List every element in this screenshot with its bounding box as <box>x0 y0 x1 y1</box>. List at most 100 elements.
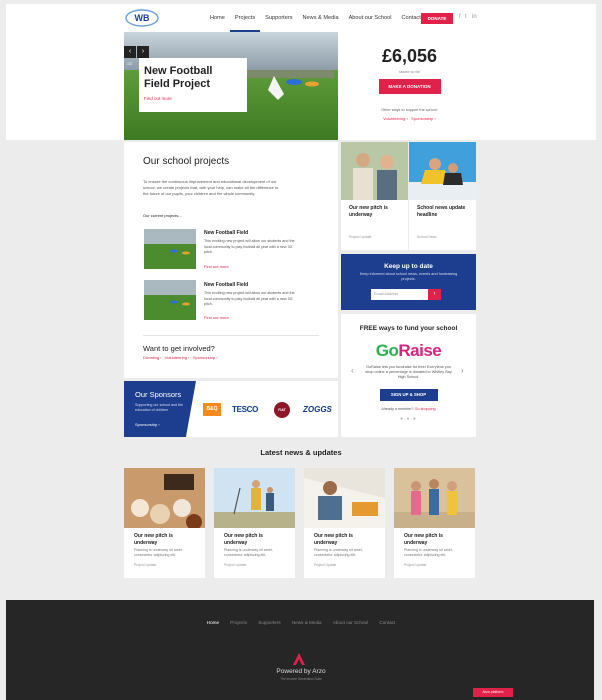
volunteering-arrow-icon: › <box>406 116 408 121</box>
hero-card: New Football Field Project Find out more <box>139 58 247 112</box>
goraise-next-icon[interactable]: › <box>461 366 464 375</box>
amount-raised: £6,056 <box>381 46 438 66</box>
linkedin-icon[interactable]: in <box>472 14 477 20</box>
latest-news-image <box>214 468 295 528</box>
footer-nav-supporters[interactable]: Supporters <box>258 620 280 625</box>
carousel-dots[interactable]: ● ● ● <box>341 416 476 422</box>
footer-nav-contact[interactable]: Contact <box>379 620 395 625</box>
sponsorship-arrow-icon: › <box>434 116 436 121</box>
footer-nav: Home Projects Supporters News & Media Ab… <box>0 620 602 625</box>
footer-tagline: The Income Generation Suite <box>280 677 322 681</box>
latest-news-meta: Project Update <box>134 563 157 568</box>
hero-title-line1: New Football <box>144 65 213 77</box>
powered-by-text: Powered by Arzo <box>276 668 326 675</box>
footer-nav-about-school[interactable]: About our School <box>333 620 368 625</box>
news-card-title: Our new pitch is underway <box>349 205 388 218</box>
goraise-member-text: Already a member? Go shopping <box>381 407 436 411</box>
nav-supporters[interactable]: Supporters <box>260 4 297 32</box>
footer-nav-news-media[interactable]: News & Media <box>292 620 322 625</box>
hero-find-out-more-link[interactable]: Find out more <box>144 96 242 101</box>
nav-projects[interactable]: Projects <box>229 4 261 32</box>
donate-button[interactable]: DONATE <box>421 13 453 24</box>
news-card-meta: Project Update <box>349 235 372 239</box>
sign-up-shop-button[interactable]: SIGN UP & SHOP <box>379 389 438 401</box>
latest-news-meta: Project Update <box>314 563 337 568</box>
newsletter-desc: Keep informed about school news, events … <box>359 272 458 281</box>
project-thumbnail[interactable] <box>144 229 196 269</box>
project-item-title[interactable]: New Football Field <box>204 282 248 288</box>
twitter-icon[interactable]: t <box>465 14 467 20</box>
hero-prev-button[interactable]: ‹ <box>124 46 136 58</box>
projects-intro: To ensure the continuous improvement and… <box>143 179 279 196</box>
latest-news-title: Latest news & updates <box>260 448 342 457</box>
volunteering-link[interactable]: Volunteering <box>383 116 405 121</box>
other-ways-label: Other ways to support the school: <box>381 108 438 112</box>
latest-news-desc: Planning is underway sit amet, consectet… <box>224 548 273 557</box>
donating-link[interactable]: Donating <box>143 355 159 360</box>
footer-nav-home[interactable]: Home <box>207 620 219 625</box>
projects-title: Our school projects <box>143 156 230 167</box>
make-donation-button[interactable]: MAKE A DONATION <box>378 79 441 94</box>
goraise-prev-icon[interactable]: ‹ <box>351 366 354 375</box>
news-card-title: School news update headline <box>417 205 466 218</box>
fiat-logo[interactable]: FIAT <box>274 402 290 418</box>
latest-news-title: Our new pitch is underway <box>224 533 263 546</box>
latest-news-card[interactable]: Our new pitch is underway Planning is un… <box>394 468 475 578</box>
sponsors-title: Our Sponsors <box>135 390 182 399</box>
nav-news-media[interactable]: News & Media <box>298 4 344 32</box>
main-nav: Home Projects Supporters News & Media Ab… <box>205 4 426 32</box>
sponsorship-link[interactable]: Sponsorship <box>411 116 433 121</box>
project-find-out-more-link[interactable]: Find out more <box>204 315 229 320</box>
sponsors-desc: Supporting our school and the education … <box>135 403 183 412</box>
news-card[interactable]: Our new pitch is underway Project Update <box>341 142 408 250</box>
go-shopping-link[interactable]: Go shopping <box>415 407 436 411</box>
latest-news-image <box>394 468 475 528</box>
latest-news-image <box>304 468 385 528</box>
sponsorship-arrow-icon: › <box>158 422 160 427</box>
newsletter-submit-button[interactable]: › <box>428 289 441 300</box>
project-item-desc: This exciting new project will allow our… <box>204 239 295 254</box>
get-involved-title: Want to get involved? <box>143 344 215 353</box>
news-card-image <box>341 142 408 200</box>
bq-logo[interactable]: B&Q <box>203 403 221 416</box>
footer-nav-projects[interactable]: Projects <box>230 620 247 625</box>
tesco-logo[interactable]: TESCO <box>232 403 258 416</box>
facebook-icon[interactable]: f <box>459 14 461 20</box>
volunteering-link[interactable]: Volunteering <box>165 355 187 360</box>
project-find-out-more-link[interactable]: Find out more <box>204 264 229 269</box>
school-logo[interactable]: WB <box>124 7 160 29</box>
fundraising-stats: £6,056 raised so far MAKE A DONATION Oth… <box>341 32 478 140</box>
nav-about-school[interactable]: About our School <box>344 4 397 32</box>
newsletter-title: Keep up to date <box>384 263 433 270</box>
latest-news-card[interactable]: Our new pitch is underway Planning is un… <box>214 468 295 578</box>
goraise-title: FREE ways to fund your school <box>359 325 458 332</box>
nav-home[interactable]: Home <box>205 4 230 32</box>
raised-label: raised so far <box>399 70 420 74</box>
news-card[interactable]: School news update headline School News <box>409 142 476 250</box>
goraise-desc: GoRaise lets you fundraise for free! Eve… <box>365 365 452 379</box>
project-item-desc: This exciting new project will allow our… <box>204 291 295 306</box>
divider <box>143 335 319 336</box>
site-footer <box>6 600 594 700</box>
project-thumbnail[interactable] <box>144 280 196 320</box>
hero-next-button[interactable]: › <box>137 46 149 58</box>
latest-news-title: Our new pitch is underway <box>134 533 173 546</box>
arzo-platform-button[interactable]: Arzo platform <box>473 688 513 697</box>
project-item-title[interactable]: New Football Field <box>204 230 248 236</box>
sponsorship-link[interactable]: Sponsorship <box>193 355 215 360</box>
latest-news-title: Our new pitch is underway <box>314 533 353 546</box>
get-involved-links: Donating › Volunteering › Sponsorship › <box>143 355 218 360</box>
sponsorship-link[interactable]: Sponsorship › <box>135 422 160 427</box>
latest-news-card[interactable]: Our new pitch is underway Planning is un… <box>124 468 205 578</box>
hero-title-line2: Field Project <box>144 78 211 90</box>
latest-news-meta: Project Update <box>404 563 427 568</box>
zoggs-logo[interactable]: ZOGGS <box>303 403 332 416</box>
slide-counter: 1/3 <box>127 62 132 66</box>
latest-news-card[interactable]: Our new pitch is underway Planning is un… <box>304 468 385 578</box>
latest-news-desc: Planning is underway sit amet, consectet… <box>404 548 453 557</box>
latest-news-title: Our new pitch is underway <box>404 533 443 546</box>
email-field[interactable]: Email Address <box>371 289 428 300</box>
svg-text:WB: WB <box>135 13 150 23</box>
newsletter-panel: Keep up to date Keep informed about scho… <box>341 254 476 310</box>
goraise-logo: GoRaise <box>375 341 442 360</box>
